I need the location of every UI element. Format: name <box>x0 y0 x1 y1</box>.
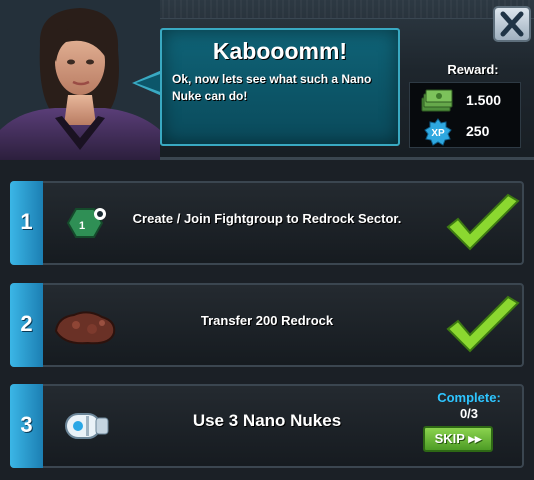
complete-progress: 0/3 <box>459 406 479 421</box>
quest-content-2: Transfer 200 Redrock <box>0 283 534 367</box>
redrock-ore-icon <box>52 307 118 351</box>
reward-cash-value: 1.500 <box>466 92 502 108</box>
complete-label: Complete: <box>437 390 501 405</box>
fightgroup-hex-icon: 1 <box>60 205 108 245</box>
speech-tail-inner <box>136 73 163 93</box>
speech-bubble: Kabooomm! Ok, now lets see what such a N… <box>160 28 400 146</box>
cash-icon <box>420 88 454 118</box>
quest-text-2: Transfer 200 Redrock <box>200 313 334 328</box>
quest-text-3: Use 3 Nano Nukes <box>192 411 342 430</box>
dialog-title: Kabooomm! <box>212 38 348 64</box>
close-icon <box>500 11 524 41</box>
quest-content-1: 1 Create / Join Fightgroup to Redrock Se… <box>0 181 534 265</box>
checkmark-icon <box>442 193 524 261</box>
nano-nuke-icon <box>60 406 114 450</box>
reward-cash-row: 1.500 <box>410 86 522 116</box>
reward-panel: 1.500 XP 250 <box>409 82 521 148</box>
svg-text:1: 1 <box>79 220 85 232</box>
quest-text-1: Create / Join Fightgroup to Redrock Sect… <box>132 211 402 226</box>
dialog-message: Ok, now lets see what such a Nano Nuke c… <box>172 72 372 103</box>
close-button[interactable] <box>493 6 531 42</box>
reward-xp-row: XP 250 <box>410 117 522 147</box>
skip-button[interactable]: SKIP ▸▸ <box>423 426 493 452</box>
mission-header: Kabooomm! Ok, now lets see what such a N… <box>0 0 534 160</box>
checkmark-icon <box>442 295 524 363</box>
xp-badge-icon: XP <box>424 118 452 150</box>
quest-content-3: Use 3 Nano Nukes Complete: 0/3 SKIP ▸▸ <box>0 384 534 468</box>
svg-text:XP: XP <box>431 128 445 139</box>
reward-xp-value: 250 <box>466 123 490 139</box>
reward-label: Reward: <box>447 62 499 77</box>
